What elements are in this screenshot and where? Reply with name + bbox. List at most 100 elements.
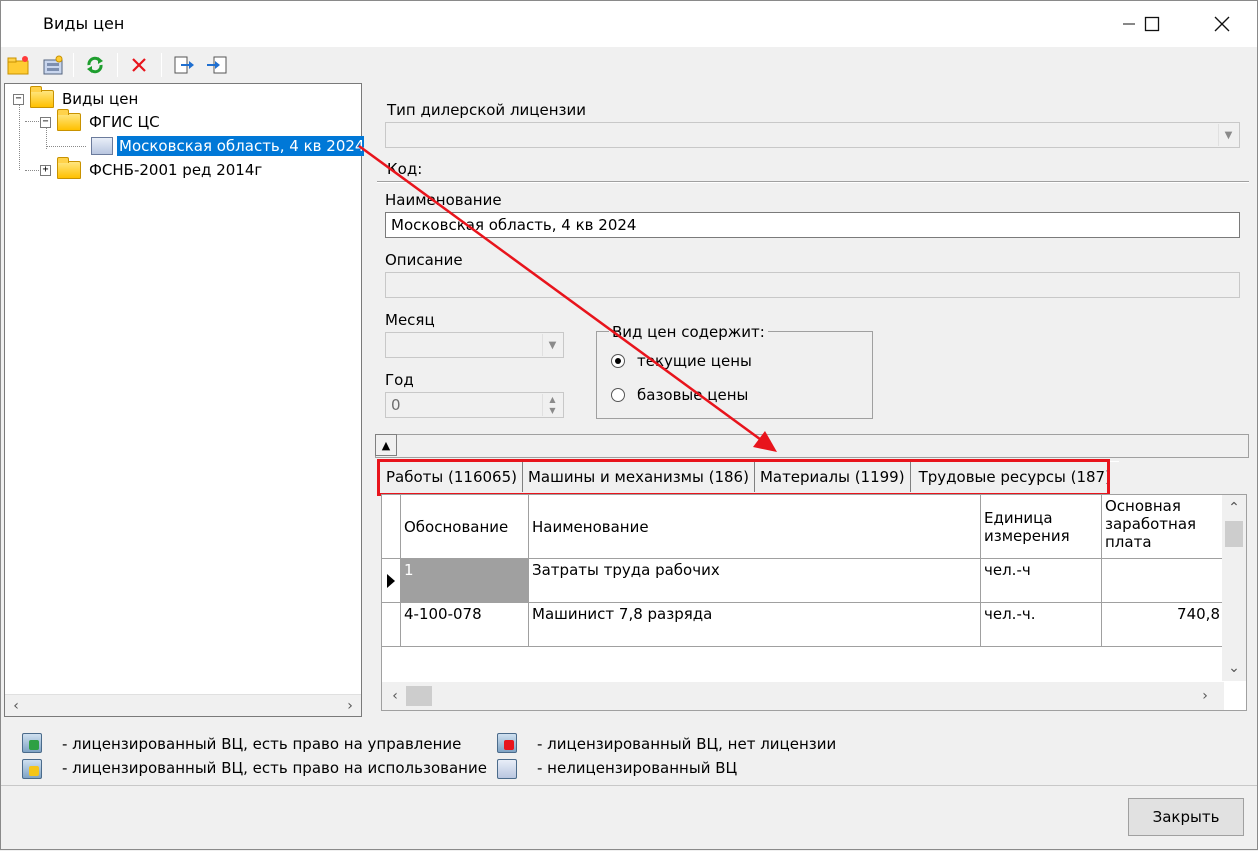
bottom-bar bbox=[1, 785, 1257, 849]
scroll-up-icon[interactable]: ⌃ bbox=[1223, 497, 1245, 519]
column-header-basis[interactable]: Обоснование bbox=[401, 495, 529, 559]
resource-tabs: Работы (116065) Машины и механизмы (186)… bbox=[381, 461, 1119, 493]
tab-works[interactable]: Работы (116065) bbox=[381, 461, 523, 492]
scroll-left-icon[interactable]: ‹ bbox=[384, 685, 406, 707]
divider bbox=[377, 181, 1249, 183]
collapse-icon[interactable]: − bbox=[13, 93, 24, 105]
refresh-icon bbox=[87, 56, 103, 74]
unlicensed-icon bbox=[497, 759, 517, 779]
legend-text: - нелицензированный ВЦ bbox=[537, 759, 738, 777]
resources-grid[interactable]: Обоснование Наименование Единица измерен… bbox=[381, 494, 1247, 711]
triangle-up-icon: ▲ bbox=[381, 438, 391, 452]
delete-button[interactable] bbox=[125, 51, 153, 79]
tree-node-label-selected: Московская область, 4 кв 2024 bbox=[117, 136, 367, 156]
toolbar bbox=[1, 47, 1257, 83]
icon-legend: - лицензированный ВЦ, есть право на упра… bbox=[1, 721, 1257, 783]
licensed-no-license-icon bbox=[497, 733, 517, 753]
close-button[interactable]: Закрыть bbox=[1128, 798, 1244, 836]
close-window-button[interactable] bbox=[1199, 1, 1245, 47]
licensed-manage-icon bbox=[22, 733, 42, 753]
tree-node-moscow-region[interactable]: Московская область, 4 кв 2024 bbox=[91, 135, 367, 157]
unlicensed-price-type-icon bbox=[91, 137, 113, 155]
tree-node-label: ФСНБ-2001 ред 2014г bbox=[89, 161, 263, 179]
grid-vertical-scrollbar[interactable]: ⌃ ⌄ bbox=[1222, 495, 1246, 681]
radio-base-label: базовые цены bbox=[637, 386, 749, 404]
name-label: Наименование bbox=[385, 191, 502, 209]
expand-icon[interactable]: + bbox=[40, 164, 51, 176]
tree-node-fgis[interactable]: − ФГИС ЦС bbox=[40, 109, 160, 133]
table-cell-salary[interactable]: 740,8 bbox=[1102, 603, 1224, 647]
spin-up-icon[interactable]: ▲ bbox=[543, 394, 562, 405]
scroll-thumb[interactable] bbox=[406, 686, 432, 706]
export-icon bbox=[174, 56, 194, 74]
table-cell-name[interactable]: Машинист 7,8 разряда bbox=[529, 603, 981, 647]
legend-text: - лицензированный ВЦ, есть право на испо… bbox=[62, 759, 487, 777]
column-header-salary[interactable]: Основная заработная плата bbox=[1102, 495, 1224, 559]
import-button[interactable] bbox=[203, 51, 231, 79]
row-pointer[interactable] bbox=[382, 559, 401, 603]
radio-checked-icon bbox=[611, 354, 625, 368]
table-cell-code[interactable]: 1 bbox=[401, 559, 529, 603]
import-icon bbox=[207, 56, 227, 74]
column-header-name[interactable]: Наименование bbox=[529, 495, 981, 559]
table-cell-salary[interactable] bbox=[1102, 559, 1224, 603]
radio-current-label: текущие цены bbox=[637, 352, 752, 370]
row-header[interactable] bbox=[382, 603, 401, 647]
tab-materials[interactable]: Материалы (1199) bbox=[754, 461, 911, 492]
month-select[interactable]: ▼ bbox=[385, 332, 564, 358]
collapse-up-button[interactable]: ▲ bbox=[375, 434, 397, 456]
table-cell-code[interactable]: 4-100-078 bbox=[401, 603, 529, 647]
year-spinbox[interactable]: 0 ▲ ▼ bbox=[385, 392, 564, 418]
new-folder-icon bbox=[7, 56, 29, 75]
scroll-right-icon[interactable]: › bbox=[339, 695, 361, 717]
radio-current-prices[interactable]: текущие цены bbox=[611, 352, 752, 370]
license-type-select[interactable]: ▼ bbox=[385, 122, 1240, 148]
refresh-button[interactable] bbox=[81, 51, 109, 79]
tree-horizontal-scrollbar[interactable]: ‹ › bbox=[5, 694, 361, 716]
year-label: Год bbox=[385, 371, 414, 389]
panel-splitter[interactable] bbox=[364, 83, 370, 717]
spin-down-icon[interactable]: ▼ bbox=[543, 405, 562, 416]
scroll-left-icon[interactable]: ‹ bbox=[5, 695, 27, 717]
tab-machines[interactable]: Машины и механизмы (186) bbox=[522, 461, 755, 492]
tab-labor-resources[interactable]: Трудовые ресурсы (187) bbox=[910, 461, 1119, 492]
chevron-down-icon: ▼ bbox=[542, 334, 562, 356]
radio-base-prices[interactable]: базовые цены bbox=[611, 386, 748, 404]
description-field[interactable] bbox=[385, 272, 1240, 298]
new-folder-button[interactable] bbox=[4, 51, 32, 79]
spin-arrows[interactable]: ▲ ▼ bbox=[542, 394, 562, 416]
delete-icon bbox=[132, 58, 146, 72]
window-title: Виды цен bbox=[43, 14, 125, 33]
current-row-icon bbox=[387, 573, 395, 588]
scroll-down-icon[interactable]: ⌄ bbox=[1223, 657, 1245, 679]
maximize-button[interactable] bbox=[1129, 1, 1175, 47]
price-content-group bbox=[596, 331, 873, 419]
price-types-window: Виды цен − Виды цен − ФГИС ЦС Московская… bbox=[0, 0, 1258, 850]
collapse-icon[interactable]: − bbox=[40, 116, 51, 128]
legend-text: - лицензированный ВЦ, нет лицензии bbox=[537, 735, 837, 753]
table-cell-unit[interactable]: чел.-ч. bbox=[981, 603, 1102, 647]
description-label: Описание bbox=[385, 251, 463, 269]
year-value: 0 bbox=[391, 396, 401, 414]
tree-node-root[interactable]: − Виды цен bbox=[13, 86, 138, 110]
scroll-thumb[interactable] bbox=[1225, 521, 1243, 547]
row-header-corner bbox=[382, 495, 401, 559]
tree-node-fsnb[interactable]: + ФСНБ-2001 ред 2014г bbox=[40, 157, 263, 181]
price-types-tree[interactable]: − Виды цен − ФГИС ЦС Московская область,… bbox=[4, 83, 367, 717]
new-item-button[interactable] bbox=[39, 51, 67, 79]
chevron-down-icon: ▼ bbox=[1218, 124, 1238, 146]
export-button[interactable] bbox=[169, 51, 197, 79]
folder-icon bbox=[30, 86, 54, 108]
scroll-right-icon[interactable]: › bbox=[1194, 685, 1216, 707]
grid-horizontal-scrollbar[interactable]: ‹ › bbox=[382, 682, 1224, 710]
table-cell-unit[interactable]: чел.-ч bbox=[981, 559, 1102, 603]
table-cell-name[interactable]: Затраты труда рабочих bbox=[529, 559, 981, 603]
tree-node-label: ФГИС ЦС bbox=[89, 113, 160, 131]
maximize-icon bbox=[1144, 16, 1160, 32]
legend-text: - лицензированный ВЦ, есть право на упра… bbox=[62, 735, 462, 753]
price-content-legend: Вид цен содержит: bbox=[609, 323, 768, 341]
column-header-unit[interactable]: Единица измерения bbox=[981, 495, 1102, 559]
licensed-use-icon bbox=[22, 759, 42, 779]
title-bar: Виды цен bbox=[1, 1, 1257, 47]
name-field[interactable]: Московская область, 4 кв 2024 bbox=[385, 212, 1240, 238]
